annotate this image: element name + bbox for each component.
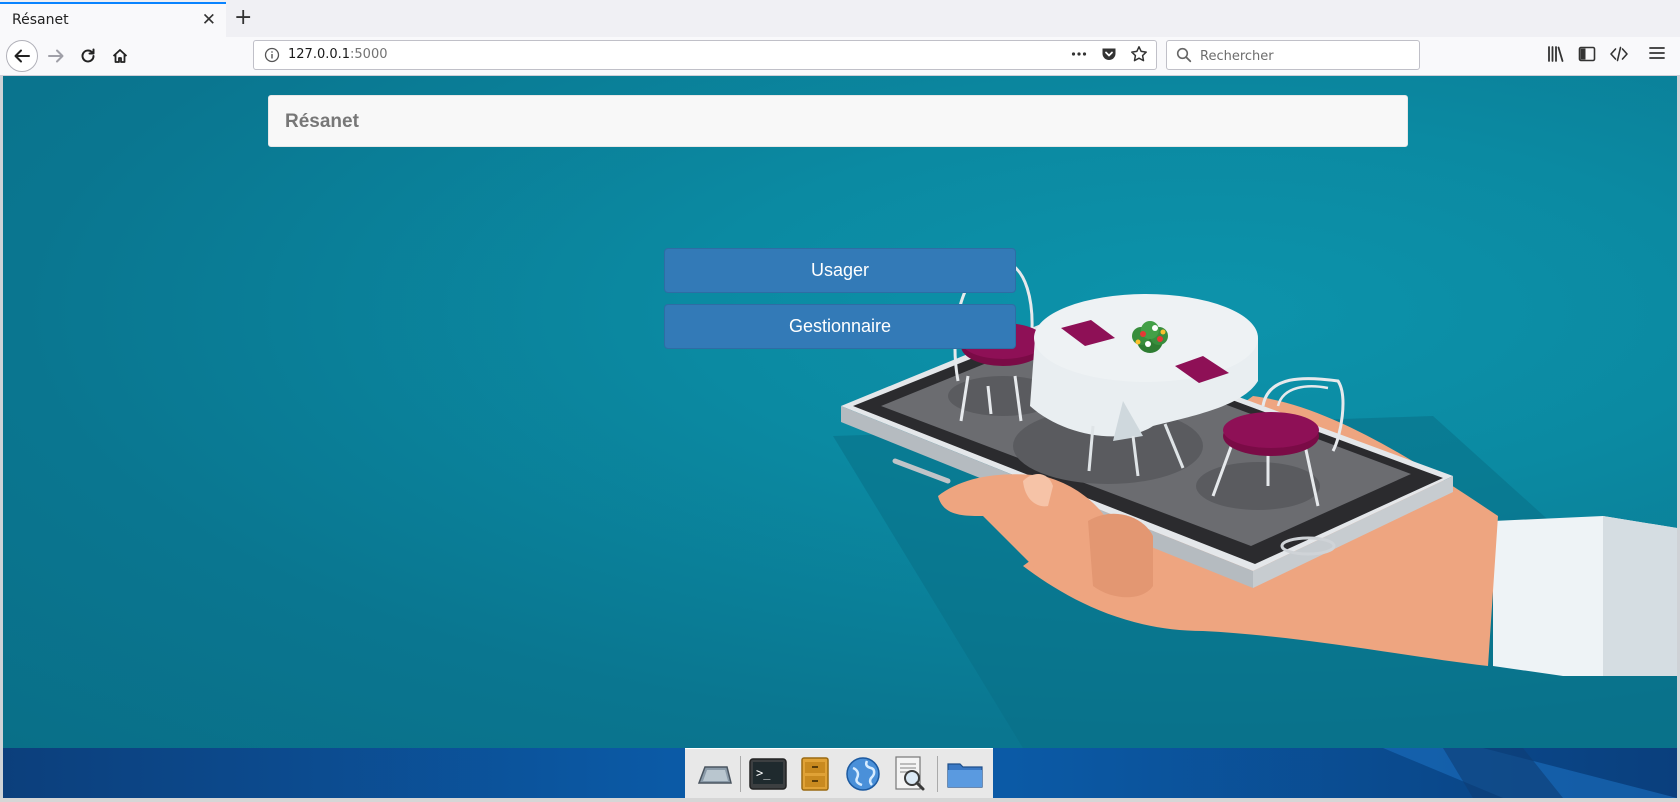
- desktop-icon[interactable]: [693, 754, 733, 794]
- gestionnaire-button[interactable]: Gestionnaire: [664, 304, 1016, 349]
- desktop-taskbar: >_: [3, 748, 1677, 798]
- back-button[interactable]: [6, 40, 38, 72]
- reload-icon: [81, 48, 95, 63]
- url-bar[interactable]: 127.0.0.1:5000: [253, 40, 1157, 70]
- pocket-icon[interactable]: [1100, 45, 1118, 67]
- svg-text:>_: >_: [756, 766, 771, 780]
- sidebar-icon: [1578, 46, 1596, 62]
- close-tab-icon[interactable]: ✕: [202, 10, 216, 30]
- home-icon: [112, 49, 128, 63]
- url-actions: [1070, 45, 1148, 67]
- tab-bar: Résanet ✕ +: [0, 0, 1680, 38]
- navigation-bar: 127.0.0.1:5000: [0, 37, 1680, 76]
- reload-button[interactable]: [72, 40, 104, 72]
- url-host: 127.0.0.1: [288, 47, 351, 62]
- forward-button[interactable]: [40, 40, 72, 72]
- home-button[interactable]: [104, 40, 136, 72]
- brand-title[interactable]: Résanet: [285, 111, 359, 133]
- forward-arrow-icon: [48, 49, 64, 63]
- back-arrow-icon: [14, 49, 30, 63]
- window-frame-bottom: [0, 798, 1680, 802]
- code-icon: [1610, 46, 1628, 62]
- tab-resanet[interactable]: Résanet ✕: [0, 2, 226, 37]
- hamburger-menu-icon: [1649, 47, 1665, 59]
- dock-separator: [937, 755, 939, 792]
- library-button[interactable]: [1546, 44, 1566, 64]
- web-browser-icon[interactable]: [843, 754, 883, 794]
- search-icon: [1176, 47, 1192, 67]
- menu-button[interactable]: [1648, 44, 1666, 62]
- page-actions-icon[interactable]: [1070, 45, 1088, 67]
- new-tab-button[interactable]: +: [234, 6, 252, 30]
- library-icon: [1548, 46, 1564, 62]
- page-content: Résanet Usager Gestionnaire: [3, 76, 1677, 748]
- terminal-icon[interactable]: >_: [748, 754, 788, 794]
- file-cabinet-icon[interactable]: [795, 754, 835, 794]
- tab-title: Résanet: [12, 12, 69, 28]
- url-port: :5000: [350, 47, 388, 62]
- bookmark-star-icon[interactable]: [1130, 45, 1148, 67]
- search-input[interactable]: [1198, 46, 1412, 66]
- navbar-card: Résanet: [268, 95, 1408, 147]
- folder-icon[interactable]: [945, 754, 985, 794]
- search-bar[interactable]: [1166, 40, 1420, 70]
- document-viewer-icon[interactable]: [890, 754, 930, 794]
- developer-tools-button[interactable]: [1609, 44, 1629, 64]
- url-text[interactable]: 127.0.0.1:5000: [288, 47, 388, 62]
- browser-window: Résanet ✕ + 127.0.0.1:5000 Rechercher Ré…: [0, 0, 1680, 802]
- application-dock: >_: [685, 748, 993, 798]
- usager-button[interactable]: Usager: [664, 248, 1016, 293]
- restaurant-phone-illustration: [833, 259, 1677, 748]
- dock-separator: [739, 755, 741, 792]
- sidebar-toggle-button[interactable]: [1577, 44, 1597, 64]
- window-frame-left: [0, 76, 3, 798]
- site-info-icon[interactable]: [264, 47, 280, 67]
